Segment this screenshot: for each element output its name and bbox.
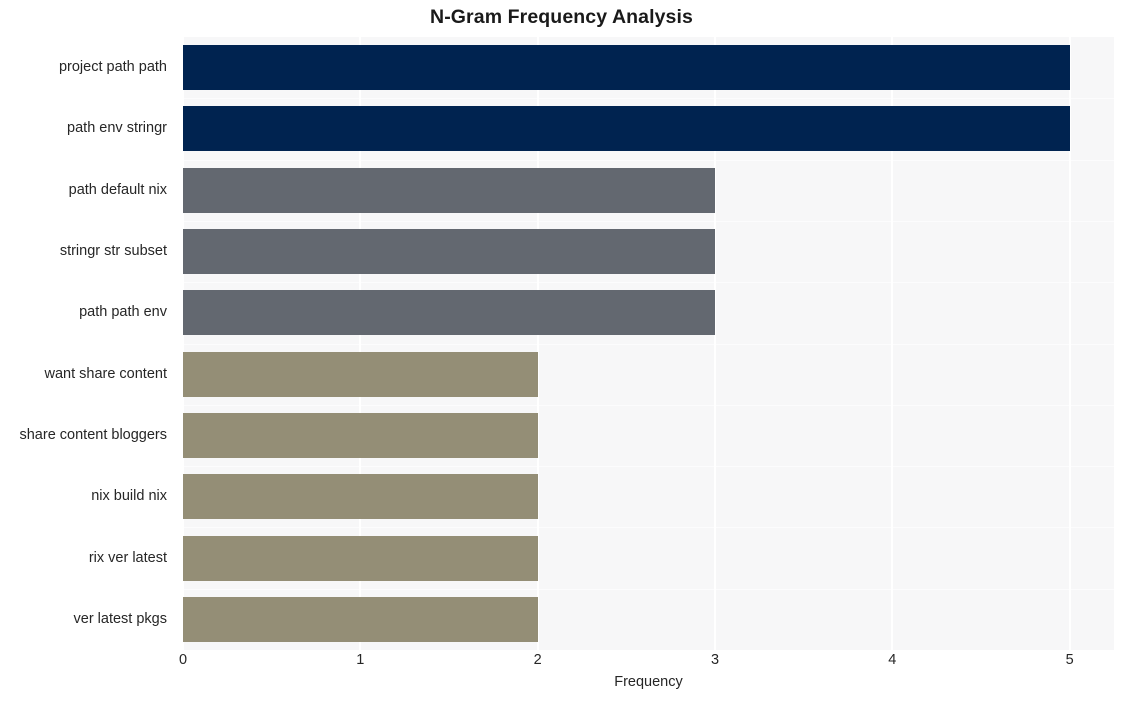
y-axis-tick-label: ver latest pkgs [73, 610, 168, 627]
bar [183, 167, 715, 213]
x-axis-label: Frequency [614, 674, 683, 690]
horizontal-gridline [183, 98, 1114, 100]
plot-area [183, 37, 1114, 650]
bar [183, 412, 538, 458]
bar [183, 535, 538, 581]
y-axis-tick-label: stringr str subset [59, 243, 167, 260]
horizontal-gridline [183, 220, 1114, 222]
bar [183, 45, 1070, 91]
bar [183, 351, 538, 397]
x-axis-tick-labels: 0 1 2 3 4 5 [0, 652, 1123, 676]
y-axis-tick-label: path env stringr [67, 120, 167, 137]
x-axis-tick-label: 5 [1065, 652, 1074, 668]
x-axis-tick-label: 4 [888, 652, 897, 668]
y-axis-tick-label: path path env [79, 304, 167, 321]
y-axis-tick-label: project path path [58, 59, 167, 76]
horizontal-gridline [183, 343, 1114, 345]
bar [183, 474, 538, 520]
horizontal-gridline [183, 466, 1114, 468]
x-axis-tick-label: 3 [710, 652, 720, 668]
bar [183, 106, 1070, 152]
bar [183, 596, 538, 642]
horizontal-gridline [183, 282, 1114, 284]
horizontal-gridline [183, 159, 1114, 161]
bar [183, 229, 715, 275]
horizontal-gridline [183, 404, 1114, 406]
horizontal-gridline [183, 527, 1114, 529]
x-axis-tick-label: 2 [533, 652, 542, 668]
x-axis-tick-label: 0 [178, 652, 188, 668]
chart-title: N-Gram Frequency Analysis [430, 6, 693, 28]
bar [183, 290, 715, 336]
y-axis-tick-label: share content bloggers [19, 426, 167, 443]
y-axis-tick-labels: project path path path env stringr path de… [0, 37, 175, 650]
y-axis-tick-label: rix ver latest [88, 549, 167, 566]
x-axis-tick-label: 1 [356, 652, 365, 668]
chart-figure: N-Gram Frequency Analysis project path p… [0, 0, 1123, 701]
y-axis-tick-label: want share content [44, 365, 167, 382]
y-axis-tick-label: path default nix [68, 181, 167, 198]
y-axis-tick-label: nix build nix [91, 488, 167, 505]
horizontal-gridline [183, 588, 1114, 590]
